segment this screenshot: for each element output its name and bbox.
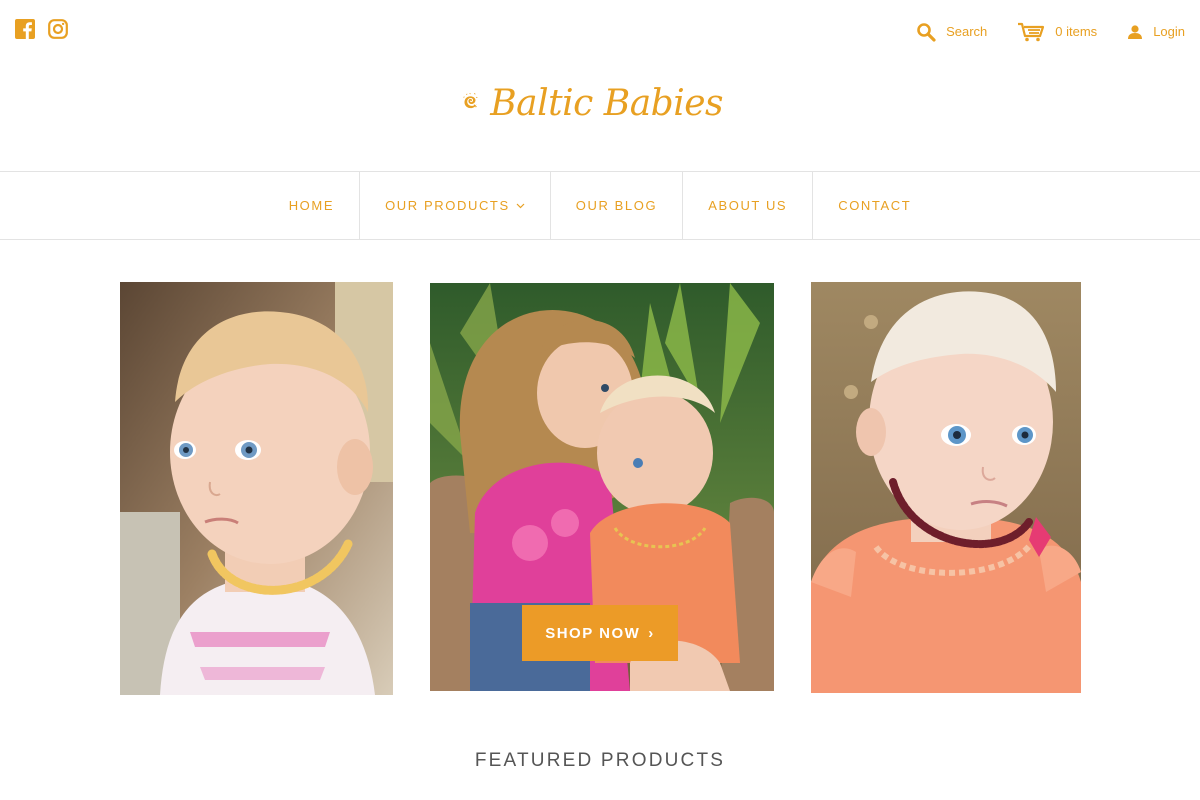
featured-products-heading: FEATURED PRODUCTS xyxy=(474,750,726,771)
baby-photo-illustration xyxy=(120,282,393,695)
cart-icon xyxy=(1018,22,1045,42)
cart-count-label: 0 items xyxy=(1055,24,1098,39)
chevron-down-icon xyxy=(516,203,525,208)
login-label: Login xyxy=(1153,24,1185,39)
nav-item-about-us[interactable]: ABOUT US xyxy=(682,172,812,239)
user-icon xyxy=(1128,25,1143,39)
nav-item-contact[interactable]: CONTACT xyxy=(812,172,936,239)
logo-text: Baltic Babies xyxy=(490,82,723,124)
hero-photo-baby-amber-necklace[interactable] xyxy=(120,282,393,695)
nav-item-label: CONTACT xyxy=(838,198,912,213)
search-icon xyxy=(917,23,936,42)
cart-link[interactable]: 0 items xyxy=(1017,20,1097,44)
site-logo[interactable]: Baltic Babies xyxy=(463,62,723,140)
main-nav: HOME OUR PRODUCTS OUR BLOG ABOUT US CONT… xyxy=(0,171,1200,240)
search-link[interactable]: Search xyxy=(916,20,987,44)
nav-item-label: OUR BLOG xyxy=(575,198,658,213)
nav-item-our-blog[interactable]: OUR BLOG xyxy=(549,172,682,239)
nav-item-label: HOME xyxy=(288,198,335,213)
nav-item-label: OUR PRODUCTS xyxy=(385,198,510,213)
nav-item-our-products[interactable]: OUR PRODUCTS xyxy=(359,172,550,239)
baby-cherry-photo-illustration xyxy=(811,282,1081,693)
search-label: Search xyxy=(946,24,988,39)
nav-item-label: ABOUT US xyxy=(708,198,788,213)
facebook-icon[interactable] xyxy=(15,19,35,39)
hero-section: SHOP NOW › xyxy=(0,240,1200,710)
baltic-babies-logo-icon xyxy=(463,93,478,109)
nav-item-home[interactable]: HOME xyxy=(264,172,359,239)
instagram-icon[interactable] xyxy=(48,19,68,39)
utility-nav: Search 0 items Login xyxy=(916,20,1185,44)
hero-photo-baby-cherry-necklace[interactable] xyxy=(811,282,1081,693)
shop-now-button[interactable]: SHOP NOW › xyxy=(522,605,678,661)
chevron-right-icon: › xyxy=(648,624,655,642)
social-links xyxy=(15,19,68,39)
login-link[interactable]: Login xyxy=(1127,20,1185,44)
shop-now-label: SHOP NOW xyxy=(545,624,641,642)
